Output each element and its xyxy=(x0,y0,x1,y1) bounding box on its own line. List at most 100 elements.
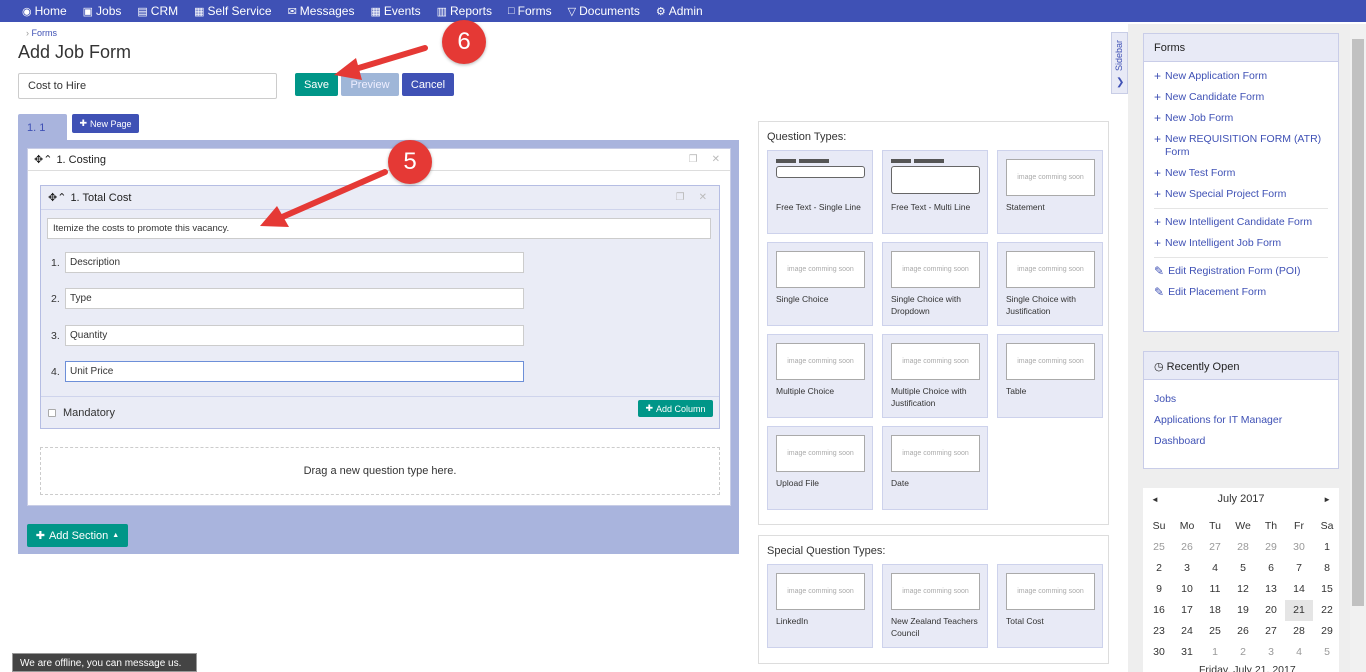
calendar-day[interactable]: 20 xyxy=(1257,600,1285,621)
save-button[interactable]: Save xyxy=(295,73,338,96)
close-icon[interactable]: ✕ xyxy=(699,192,707,203)
copy-icon[interactable]: ❐ xyxy=(689,154,698,165)
calendar-day[interactable]: 4 xyxy=(1201,558,1229,579)
question-type-card[interactable]: image comming soon Multiple Choice xyxy=(767,334,873,418)
collapse-icon[interactable]: ⌃ xyxy=(43,153,52,166)
calendar-day[interactable]: 24 xyxy=(1173,621,1201,642)
calendar-day[interactable]: 26 xyxy=(1173,537,1201,558)
question-type-card[interactable]: Free Text - Single Line xyxy=(767,150,873,234)
mandatory-checkbox[interactable] xyxy=(48,409,56,417)
calendar-day[interactable]: 18 xyxy=(1201,600,1229,621)
calendar-day[interactable]: 26 xyxy=(1229,621,1257,642)
question-type-card[interactable]: image comming soon Total Cost xyxy=(997,564,1103,648)
next-month-icon[interactable]: ► xyxy=(1323,495,1331,504)
close-icon[interactable]: ✕ xyxy=(712,154,720,165)
calendar-day[interactable]: 1 xyxy=(1201,642,1229,663)
nav-crm[interactable]: ▤ CRM xyxy=(137,4,178,18)
nav-self-service[interactable]: ▦ Self Service xyxy=(194,4,271,18)
new-page-button[interactable]: ✚ New Page xyxy=(72,114,139,133)
forms-link[interactable]: + New Intelligent Candidate Form xyxy=(1154,212,1328,233)
section-header[interactable]: ✥ ⌃ 1. Costing ❐ ✕ xyxy=(28,149,730,171)
calendar-day[interactable]: 5 xyxy=(1313,642,1341,663)
question-type-card[interactable]: image comming soon Statement xyxy=(997,150,1103,234)
nav-jobs[interactable]: ▣ Jobs xyxy=(83,4,122,18)
question-type-card[interactable]: image comming soon Single Choice with Dro… xyxy=(882,242,988,326)
calendar-day[interactable]: 3 xyxy=(1257,642,1285,663)
calendar-day[interactable]: 16 xyxy=(1145,600,1173,621)
forms-link[interactable]: ✎ Edit Placement Form xyxy=(1154,282,1328,303)
nav-home[interactable]: ◉ Home xyxy=(22,4,67,18)
calendar-day[interactable]: 28 xyxy=(1285,621,1313,642)
form-name-input[interactable] xyxy=(18,73,277,99)
column-input[interactable]: Description xyxy=(65,252,524,273)
calendar-day[interactable]: 11 xyxy=(1201,579,1229,600)
column-input[interactable]: Unit Price xyxy=(65,361,524,382)
calendar-day[interactable]: 25 xyxy=(1145,537,1173,558)
nav-events[interactable]: ▦ Events xyxy=(370,4,420,18)
nav-reports[interactable]: ▥ Reports xyxy=(437,4,492,18)
calendar-day[interactable]: 25 xyxy=(1201,621,1229,642)
calendar-day[interactable]: 21 xyxy=(1285,600,1313,621)
calendar-day[interactable]: 6 xyxy=(1257,558,1285,579)
breadcrumb[interactable]: Forms xyxy=(26,28,58,38)
calendar-day[interactable]: 30 xyxy=(1145,642,1173,663)
forms-link[interactable]: + New Application Form xyxy=(1154,66,1328,87)
calendar-day[interactable]: 27 xyxy=(1257,621,1285,642)
column-input[interactable]: Type xyxy=(65,288,524,309)
calendar-day[interactable]: 7 xyxy=(1285,558,1313,579)
question-type-card[interactable]: image comming soon Upload File xyxy=(767,426,873,510)
calendar-day[interactable]: 17 xyxy=(1173,600,1201,621)
calendar-day[interactable]: 29 xyxy=(1257,537,1285,558)
scrollbar[interactable] xyxy=(1350,24,1366,672)
recent-link[interactable]: Jobs xyxy=(1154,389,1328,410)
calendar-day[interactable]: 13 xyxy=(1257,579,1285,600)
recent-link[interactable]: Dashboard xyxy=(1154,431,1328,452)
nav-documents[interactable]: ▽ Documents xyxy=(568,4,640,18)
calendar-month[interactable]: July 2017 xyxy=(1217,493,1264,505)
calendar-day[interactable]: 22 xyxy=(1313,600,1341,621)
calendar-day[interactable]: 3 xyxy=(1173,558,1201,579)
calendar-day[interactable]: 28 xyxy=(1229,537,1257,558)
collapse-icon[interactable]: ⌃ xyxy=(57,191,66,204)
add-column-button[interactable]: ✚ Add Column xyxy=(638,400,713,417)
question-type-card[interactable]: Free Text - Multi Line xyxy=(882,150,988,234)
column-input[interactable]: Quantity xyxy=(65,325,524,346)
copy-icon[interactable]: ❐ xyxy=(676,192,685,203)
question-type-card[interactable]: image comming soon Date xyxy=(882,426,988,510)
preview-button[interactable]: Preview xyxy=(341,73,399,96)
move-icon[interactable]: ✥ xyxy=(48,191,57,204)
question-type-card[interactable]: image comming soon LinkedIn xyxy=(767,564,873,648)
question-type-card[interactable]: image comming soon Table xyxy=(997,334,1103,418)
calendar-day[interactable]: 2 xyxy=(1229,642,1257,663)
calendar-day[interactable]: 19 xyxy=(1229,600,1257,621)
forms-link[interactable]: + New Intelligent Job Form xyxy=(1154,233,1328,254)
calendar-day[interactable]: 9 xyxy=(1145,579,1173,600)
question-type-card[interactable]: image comming soon Single Choice xyxy=(767,242,873,326)
calendar-day[interactable]: 29 xyxy=(1313,621,1341,642)
forms-link[interactable]: + New Test Form xyxy=(1154,163,1328,184)
forms-link[interactable]: + New Special Project Form xyxy=(1154,184,1328,205)
calendar-day[interactable]: 1 xyxy=(1313,537,1341,558)
question-type-card[interactable]: image comming soon New Zealand Teachers C… xyxy=(882,564,988,648)
calendar-day[interactable]: 8 xyxy=(1313,558,1341,579)
move-icon[interactable]: ✥ xyxy=(34,153,43,166)
calendar-day[interactable]: 10 xyxy=(1173,579,1201,600)
calendar-day[interactable]: 12 xyxy=(1229,579,1257,600)
calendar-day[interactable]: 31 xyxy=(1173,642,1201,663)
question-type-card[interactable]: image comming soon Single Choice with Jus… xyxy=(997,242,1103,326)
recent-link[interactable]: Applications for IT Manager xyxy=(1154,410,1328,431)
calendar-day[interactable]: 27 xyxy=(1201,537,1229,558)
page-tab-1[interactable]: 1. 1 xyxy=(18,114,67,141)
question-dropzone[interactable]: Drag a new question type here. xyxy=(40,447,720,495)
forms-link[interactable]: + New REQUISITION FORM (ATR) Form xyxy=(1154,129,1328,163)
calendar-day[interactable]: 15 xyxy=(1313,579,1341,600)
calendar-footer[interactable]: Friday, July 21, 2017 xyxy=(1199,664,1296,672)
nav-messages[interactable]: ✉ Messages xyxy=(288,4,355,18)
nav-admin[interactable]: ⚙ Admin xyxy=(656,4,703,18)
calendar-day[interactable]: 4 xyxy=(1285,642,1313,663)
question-header[interactable]: ✥ ⌃ 1. Total Cost xyxy=(41,186,719,210)
calendar-day[interactable]: 14 xyxy=(1285,579,1313,600)
add-section-button[interactable]: ✚ Add Section ▲ xyxy=(27,524,128,547)
question-type-card[interactable]: image comming soon Multiple Choice with J… xyxy=(882,334,988,418)
sidebar-toggle[interactable]: Sidebar ❯ xyxy=(1111,32,1128,94)
